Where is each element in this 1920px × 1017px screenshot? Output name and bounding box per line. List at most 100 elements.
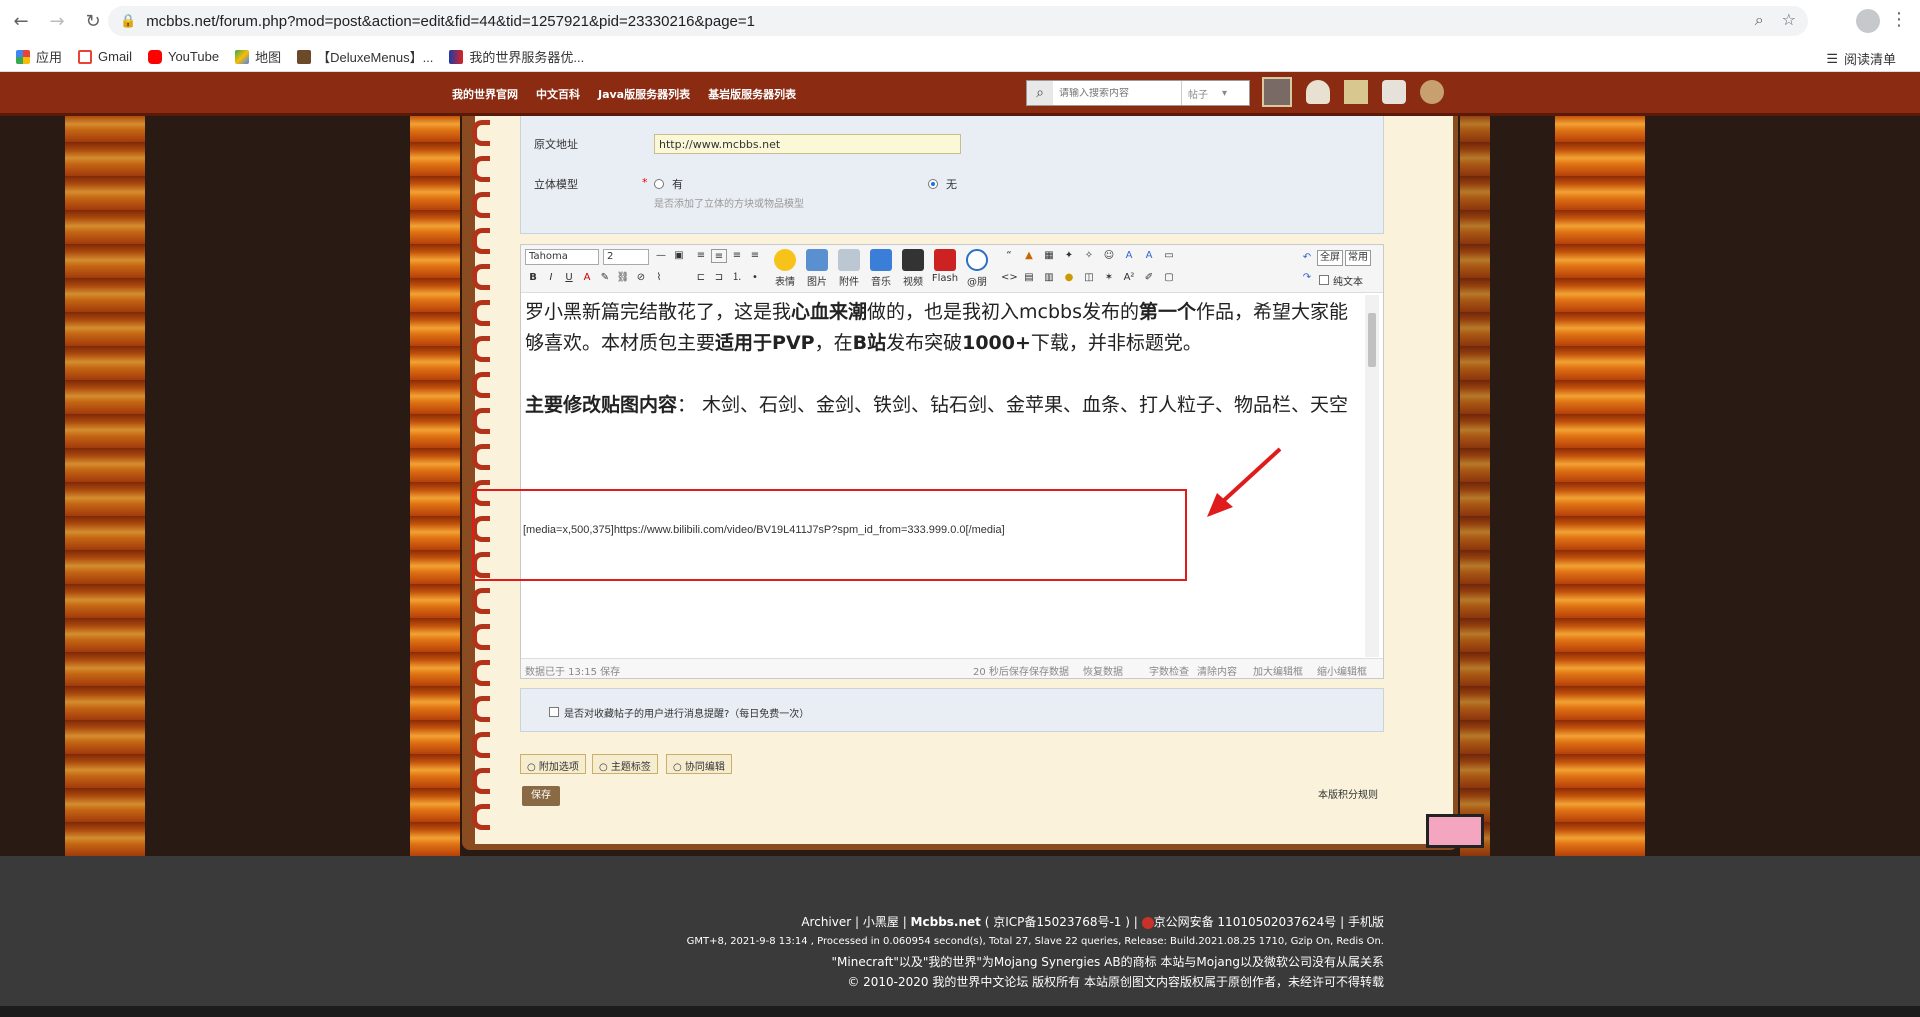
- float-right-icon[interactable]: ⊐: [711, 271, 727, 285]
- user-avatar[interactable]: [1262, 77, 1292, 107]
- bookmark-gmail[interactable]: Gmail: [78, 49, 132, 64]
- align-right-icon[interactable]: ≡: [729, 249, 745, 263]
- undo-icon[interactable]: ↶: [1299, 251, 1315, 265]
- highlight-icon[interactable]: ✎: [597, 271, 613, 285]
- save-data-link[interactable]: 保存数据: [1029, 663, 1069, 678]
- bookmark-apps[interactable]: 应用: [16, 47, 62, 66]
- forward-icon[interactable]: →: [42, 6, 72, 36]
- site-name[interactable]: Mcbbs.net: [911, 915, 981, 929]
- model-radio-no[interactable]: [928, 179, 938, 189]
- tag-icon[interactable]: ◫: [1081, 271, 1097, 285]
- section-icon[interactable]: ▭: [1161, 249, 1177, 263]
- video-button[interactable]: 视频: [899, 249, 927, 288]
- nav-link-bedrock-servers[interactable]: 基岩版服务器列表: [708, 86, 796, 102]
- unordered-list-icon[interactable]: •: [747, 271, 763, 285]
- shrink-editor-link[interactable]: 缩小编辑框: [1317, 663, 1367, 678]
- align-left-icon[interactable]: ≡: [693, 249, 709, 263]
- align-justify-icon[interactable]: ≡: [747, 249, 763, 263]
- index-icon[interactable]: ▥: [1041, 271, 1057, 285]
- potion-icon[interactable]: [1382, 80, 1406, 104]
- police-record-link[interactable]: 京公网安备 11010502037624号: [1154, 915, 1337, 929]
- nav-link-official[interactable]: 我的世界官网: [452, 86, 518, 102]
- blackroom-link[interactable]: 小黑屋: [863, 915, 899, 929]
- font-a-icon[interactable]: A: [1141, 249, 1157, 263]
- search-icon[interactable]: ⌕: [1027, 81, 1053, 105]
- magic-icon[interactable]: ✶: [1101, 271, 1117, 285]
- icp-link[interactable]: ( 京ICP备15023768号-1 ): [985, 915, 1130, 929]
- font-select[interactable]: Tahoma: [525, 249, 599, 265]
- save-button[interactable]: 保存: [522, 786, 560, 806]
- bookmark-maps[interactable]: 地图: [235, 47, 281, 66]
- rules-link[interactable]: 本版积分规则: [1318, 786, 1378, 801]
- size-select[interactable]: 2: [603, 249, 649, 265]
- music-button[interactable]: 音乐: [867, 249, 895, 288]
- password-icon[interactable]: ✧: [1081, 249, 1097, 263]
- notify-checkbox[interactable]: [549, 707, 559, 717]
- scrollbar-thumb[interactable]: [1368, 313, 1376, 367]
- model-radio-yes[interactable]: [654, 179, 664, 189]
- word-check-link[interactable]: 字数检查: [1149, 663, 1189, 678]
- block-icon[interactable]: [1344, 80, 1368, 104]
- edit-icon[interactable]: ✐: [1141, 271, 1157, 285]
- attachment-button[interactable]: 附件: [835, 249, 863, 288]
- table-icon[interactable]: ▦: [1041, 249, 1057, 263]
- bookmark-youtube[interactable]: YouTube: [147, 49, 219, 64]
- clear-content-link[interactable]: 清除内容: [1197, 663, 1237, 678]
- common-button[interactable]: 常用: [1345, 250, 1371, 266]
- unlink-icon[interactable]: ⊘: [633, 271, 649, 285]
- redo-icon[interactable]: ↷: [1299, 271, 1315, 285]
- format-brush-icon[interactable]: ⌇: [651, 271, 667, 285]
- search-type-select[interactable]: 帖子 ▾: [1181, 81, 1237, 105]
- zoom-icon[interactable]: ⌕: [1755, 10, 1764, 30]
- image-button[interactable]: 图片: [803, 249, 831, 288]
- tab-co-edit[interactable]: ○ 协同编辑: [666, 754, 732, 774]
- align-center-icon[interactable]: ≡: [711, 249, 727, 263]
- plaintext-checkbox[interactable]: [1319, 275, 1329, 285]
- font-color-icon[interactable]: A: [579, 271, 595, 285]
- mobile-link[interactable]: 手机版: [1348, 915, 1384, 929]
- superscript-icon[interactable]: A²: [1121, 271, 1137, 285]
- float-left-icon[interactable]: ⊏: [693, 271, 709, 285]
- archiver-link[interactable]: Archiver: [801, 915, 851, 929]
- bookmark-star-icon[interactable]: ☆: [1782, 10, 1796, 30]
- cake-icon[interactable]: [1306, 80, 1330, 104]
- underline-icon[interactable]: U: [561, 271, 577, 285]
- source-input[interactable]: http://www.mcbbs.net: [654, 134, 961, 154]
- quote-icon[interactable]: “: [1001, 249, 1017, 263]
- bookmark-server[interactable]: 我的世界服务器优...: [449, 47, 584, 66]
- mention-button[interactable]: @朋: [963, 249, 991, 288]
- url-text[interactable]: mcbbs.net/forum.php?mod=post&action=edit…: [146, 13, 755, 30]
- bookmark-deluxemenus[interactable]: 【DeluxeMenus】...: [297, 47, 433, 66]
- bgcolor-icon[interactable]: ▣: [671, 249, 687, 263]
- editor-content[interactable]: 罗小黑新篇完结散花了，这是我心血来潮做的，也是我初入mcbbs发布的第一个作品，…: [525, 297, 1355, 421]
- emoji-button[interactable]: 表情: [771, 249, 799, 288]
- nav-link-wiki[interactable]: 中文百科: [536, 86, 580, 102]
- hr-icon[interactable]: —: [653, 249, 669, 263]
- free-icon[interactable]: ✦: [1061, 249, 1077, 263]
- tab-extra-options[interactable]: ○ 附加选项: [520, 754, 586, 774]
- profile-avatar[interactable]: [1856, 9, 1880, 33]
- editor-scrollbar[interactable]: [1365, 295, 1379, 657]
- reading-list[interactable]: ☰ 阅读清单: [1826, 49, 1896, 68]
- text-a-icon[interactable]: A: [1121, 249, 1137, 263]
- bold-icon[interactable]: B: [525, 271, 541, 285]
- nav-link-java-servers[interactable]: Java版服务器列表: [598, 86, 690, 102]
- menu-icon[interactable]: ⋮: [1890, 9, 1908, 30]
- code-icon[interactable]: <>: [1001, 271, 1018, 285]
- coin-icon[interactable]: ●: [1061, 271, 1077, 285]
- italic-icon[interactable]: I: [543, 271, 559, 285]
- search-input[interactable]: [1053, 87, 1181, 99]
- restore-data-link[interactable]: 恢复数据: [1083, 663, 1123, 678]
- flash-button[interactable]: Flash: [931, 249, 959, 284]
- link-icon[interactable]: ⛓: [615, 271, 631, 285]
- fullscreen-button[interactable]: 全屏: [1317, 250, 1343, 266]
- back-icon[interactable]: ←: [6, 6, 36, 36]
- hide-icon[interactable]: ▲: [1021, 249, 1037, 263]
- page-icon[interactable]: ▤: [1021, 271, 1037, 285]
- enlarge-editor-link[interactable]: 加大编辑框: [1253, 663, 1303, 678]
- tab-topic-tags[interactable]: ○ 主题标签: [592, 754, 658, 774]
- sign-icon[interactable]: ☺: [1101, 249, 1117, 263]
- cookie-icon[interactable]: [1420, 80, 1444, 104]
- address-bar[interactable]: 🔒 mcbbs.net/forum.php?mod=post&action=ed…: [108, 6, 1808, 36]
- ordered-list-icon[interactable]: ⒈: [729, 271, 745, 285]
